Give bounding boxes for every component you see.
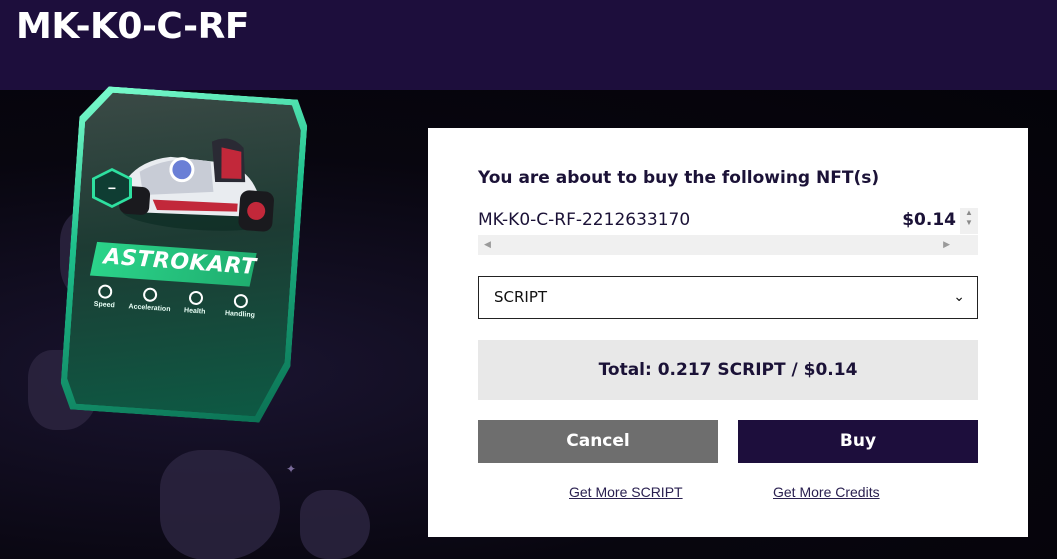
currency-select[interactable]: SCRIPT ⌄ bbox=[478, 276, 978, 319]
nft-item-name: MK-K0-C-RF-2212633170 bbox=[478, 210, 691, 230]
page-title: MK-K0-C-RF bbox=[16, 6, 249, 47]
scroll-left-icon[interactable]: ◀ bbox=[484, 239, 491, 250]
stat-speed: Speed bbox=[82, 283, 128, 310]
stat-label: Acceleration bbox=[128, 303, 171, 314]
stat-label: Health bbox=[183, 307, 206, 316]
buy-button[interactable]: Buy bbox=[738, 420, 978, 463]
scroll-right-icon[interactable]: ▶ bbox=[943, 239, 950, 250]
currency-select-value: SCRIPT bbox=[494, 288, 548, 306]
nft-list-item: MK-K0-C-RF-2212633170 $0.14 ▲ ▼ ◀ ▶ bbox=[478, 208, 978, 256]
stat-health: Health bbox=[173, 289, 219, 316]
vertical-scrollbar[interactable]: ▲ ▼ bbox=[960, 208, 978, 234]
stat-acceleration: Acceleration bbox=[127, 286, 173, 313]
get-more-script-link[interactable]: Get More SCRIPT bbox=[569, 484, 683, 500]
stat-handling: Handling bbox=[218, 293, 264, 320]
steering-wheel-icon bbox=[233, 294, 248, 309]
card-stats: Speed Acceleration Health Handling bbox=[82, 283, 263, 319]
page-header: MK-K0-C-RF bbox=[0, 0, 1057, 90]
cancel-button[interactable]: Cancel bbox=[478, 420, 718, 463]
purchase-heading: You are about to buy the following NFT(s… bbox=[478, 168, 880, 188]
asteroid bbox=[300, 490, 370, 559]
chevron-down-icon: ⌄ bbox=[953, 289, 965, 305]
stat-label: Speed bbox=[93, 300, 115, 310]
star-icon: ✦ bbox=[286, 462, 297, 476]
horizontal-scrollbar[interactable]: ◀ ▶ bbox=[478, 235, 978, 255]
purchase-panel: You are about to buy the following NFT(s… bbox=[428, 128, 1028, 537]
lightning-icon bbox=[98, 284, 113, 299]
asteroid bbox=[160, 450, 280, 559]
stat-label: Handling bbox=[224, 310, 256, 320]
shield-icon bbox=[188, 290, 203, 305]
total-summary: Total: 0.217 SCRIPT / $0.14 bbox=[478, 340, 978, 400]
nft-item-price: $0.14 bbox=[902, 210, 956, 230]
gauge-icon bbox=[143, 287, 158, 302]
nft-card: ASTROKART Speed Acceleration Health Hand… bbox=[70, 82, 302, 422]
get-more-credits-link[interactable]: Get More Credits bbox=[773, 484, 880, 500]
nft-card-body: ASTROKART Speed Acceleration Health Hand… bbox=[65, 91, 302, 418]
nft-card-frame: ASTROKART Speed Acceleration Health Hand… bbox=[59, 84, 309, 424]
